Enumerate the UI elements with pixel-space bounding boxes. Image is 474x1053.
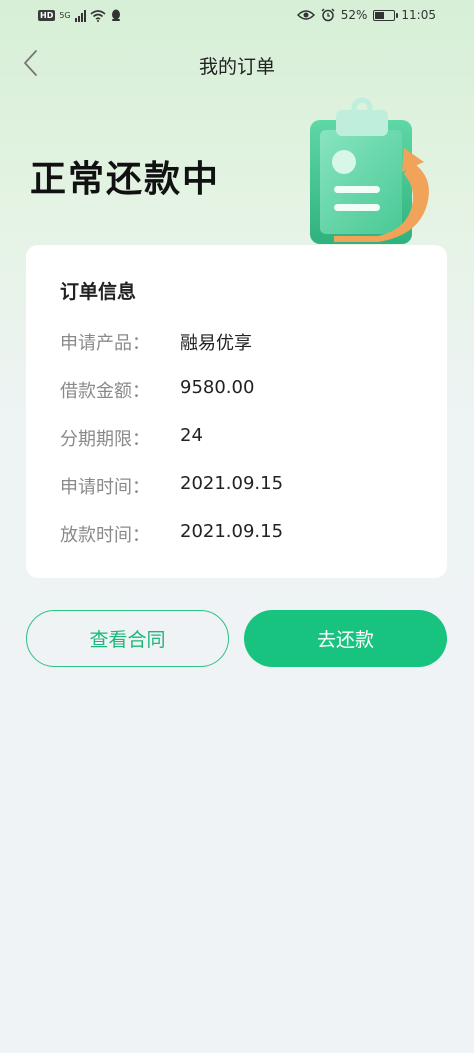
row-label: 申请产品： <box>60 333 150 354</box>
order-info-title: 订单信息 <box>60 281 137 303</box>
hd-badge: HD <box>38 10 56 21</box>
order-row-disburse-date: 放款时间： 2021.09.15 <box>60 521 283 547</box>
page-title: 我的订单 <box>198 56 275 78</box>
eye-icon <box>296 10 315 20</box>
repay-button[interactable]: 去还款 <box>244 610 447 667</box>
clipboard-illustration <box>310 97 429 244</box>
order-row-product: 申请产品： 融易优享 <box>60 329 252 355</box>
order-row-amount: 借款金额： 9580.00 <box>60 377 254 403</box>
row-label: 借款金额： <box>60 381 150 402</box>
network-type: 5G <box>59 11 71 20</box>
status-right: 52% 11:05 <box>296 8 436 22</box>
row-label: 分期期限： <box>60 429 150 450</box>
row-label: 放款时间： <box>60 525 150 546</box>
row-value: 融易优享 <box>180 333 252 354</box>
row-value: 24 <box>180 425 203 446</box>
row-label: 申请时间： <box>60 477 150 498</box>
status-bar: HD 5G 52% 11:05 <box>0 0 474 36</box>
view-contract-button[interactable]: 查看合同 <box>26 610 229 667</box>
clock: 11:05 <box>401 8 436 22</box>
battery-icon <box>373 9 399 21</box>
row-value: 2021.09.15 <box>180 521 284 542</box>
battery-percent: 52% <box>340 8 368 22</box>
signal-icon <box>74 9 86 22</box>
repayment-status-title: 正常还款中 <box>30 159 221 200</box>
row-value: 2021.09.15 <box>180 473 284 494</box>
alarm-icon <box>321 8 335 22</box>
order-row-apply-date: 申请时间： 2021.09.15 <box>60 473 283 499</box>
row-value: 9580.00 <box>180 377 255 398</box>
status-left: HD 5G <box>38 9 122 22</box>
order-row-term: 分期期限： 24 <box>60 425 203 451</box>
notification-qq-icon <box>111 9 120 21</box>
wifi-icon <box>90 9 106 22</box>
order-info-card: 订单信息 申请产品： 融易优享 借款金额： 9580.00 分期期限： 24 申… <box>26 245 447 578</box>
